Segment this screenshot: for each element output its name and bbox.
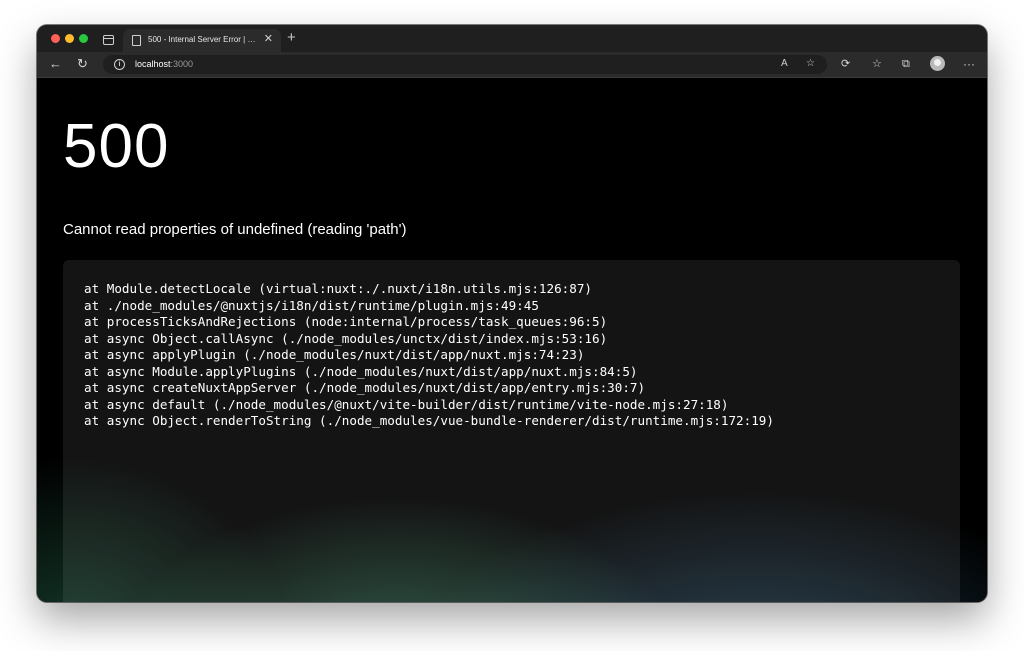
favorites-icon[interactable]: ☆	[872, 56, 882, 72]
stack-line: at ./node_modules/@nuxtjs/i18n/dist/runt…	[84, 297, 539, 313]
browser-toolbar: ← ↻ i localhost:3000 A ☆ ⟳ ☆ ⧉ ···	[37, 52, 987, 78]
stack-line: at async Module.applyPlugins (./node_mod…	[84, 363, 638, 379]
page-favicon-icon	[132, 35, 141, 46]
more-icon[interactable]: ···	[963, 56, 975, 72]
back-arrow-icon[interactable]: ←	[49, 56, 62, 72]
error-page: 500 Cannot read properties of undefined …	[37, 78, 987, 602]
stack-trace-panel: at Module.detectLocale (virtual:nuxt:./.…	[63, 260, 960, 602]
add-favorite-icon[interactable]: ☆	[806, 57, 815, 71]
address-bar[interactable]: i localhost:3000 A ☆	[103, 55, 827, 74]
tab-strip: 500 - Internal Server Error | N… ✕ +	[37, 25, 987, 52]
status-code: 500	[63, 112, 170, 181]
browser-window: 500 - Internal Server Error | N… ✕ + ← ↻…	[37, 25, 987, 602]
extensions-icon[interactable]: ⟳	[841, 56, 850, 72]
minimize-window-button[interactable]	[65, 34, 74, 43]
tab-active[interactable]: 500 - Internal Server Error | N… ✕	[123, 29, 281, 52]
refresh-icon[interactable]: ↻	[77, 56, 88, 72]
stack-line: at async default (./node_modules/@nuxt/v…	[84, 396, 729, 412]
close-window-button[interactable]	[51, 34, 60, 43]
site-info-icon[interactable]: i	[114, 59, 125, 70]
error-message: Cannot read properties of undefined (rea…	[63, 221, 407, 238]
stack-line: at async Object.renderToString (./node_m…	[84, 413, 774, 428]
stack-line: at async Object.callAsync (./node_module…	[84, 330, 608, 346]
read-aloud-icon[interactable]: A	[781, 57, 788, 71]
url-text[interactable]: localhost:3000	[135, 59, 193, 69]
tab-close-button[interactable]: ✕	[264, 32, 273, 46]
tab-actions-icon[interactable]	[103, 35, 114, 45]
zoom-window-button[interactable]	[79, 34, 88, 43]
profile-icon[interactable]	[930, 56, 945, 71]
stack-line: at processTicksAndRejections (node:inter…	[84, 314, 608, 329]
stack-line: at async createNuxtAppServer (./node_mod…	[84, 380, 646, 395]
new-tab-button[interactable]: +	[287, 29, 296, 47]
stack-line: at Module.detectLocale (virtual:nuxt:./.…	[84, 281, 592, 296]
tab-title: 500 - Internal Server Error | N…	[148, 35, 260, 44]
stack-line: at async applyPlugin (./node_modules/nux…	[84, 347, 585, 362]
collections-icon[interactable]: ⧉	[902, 56, 910, 72]
